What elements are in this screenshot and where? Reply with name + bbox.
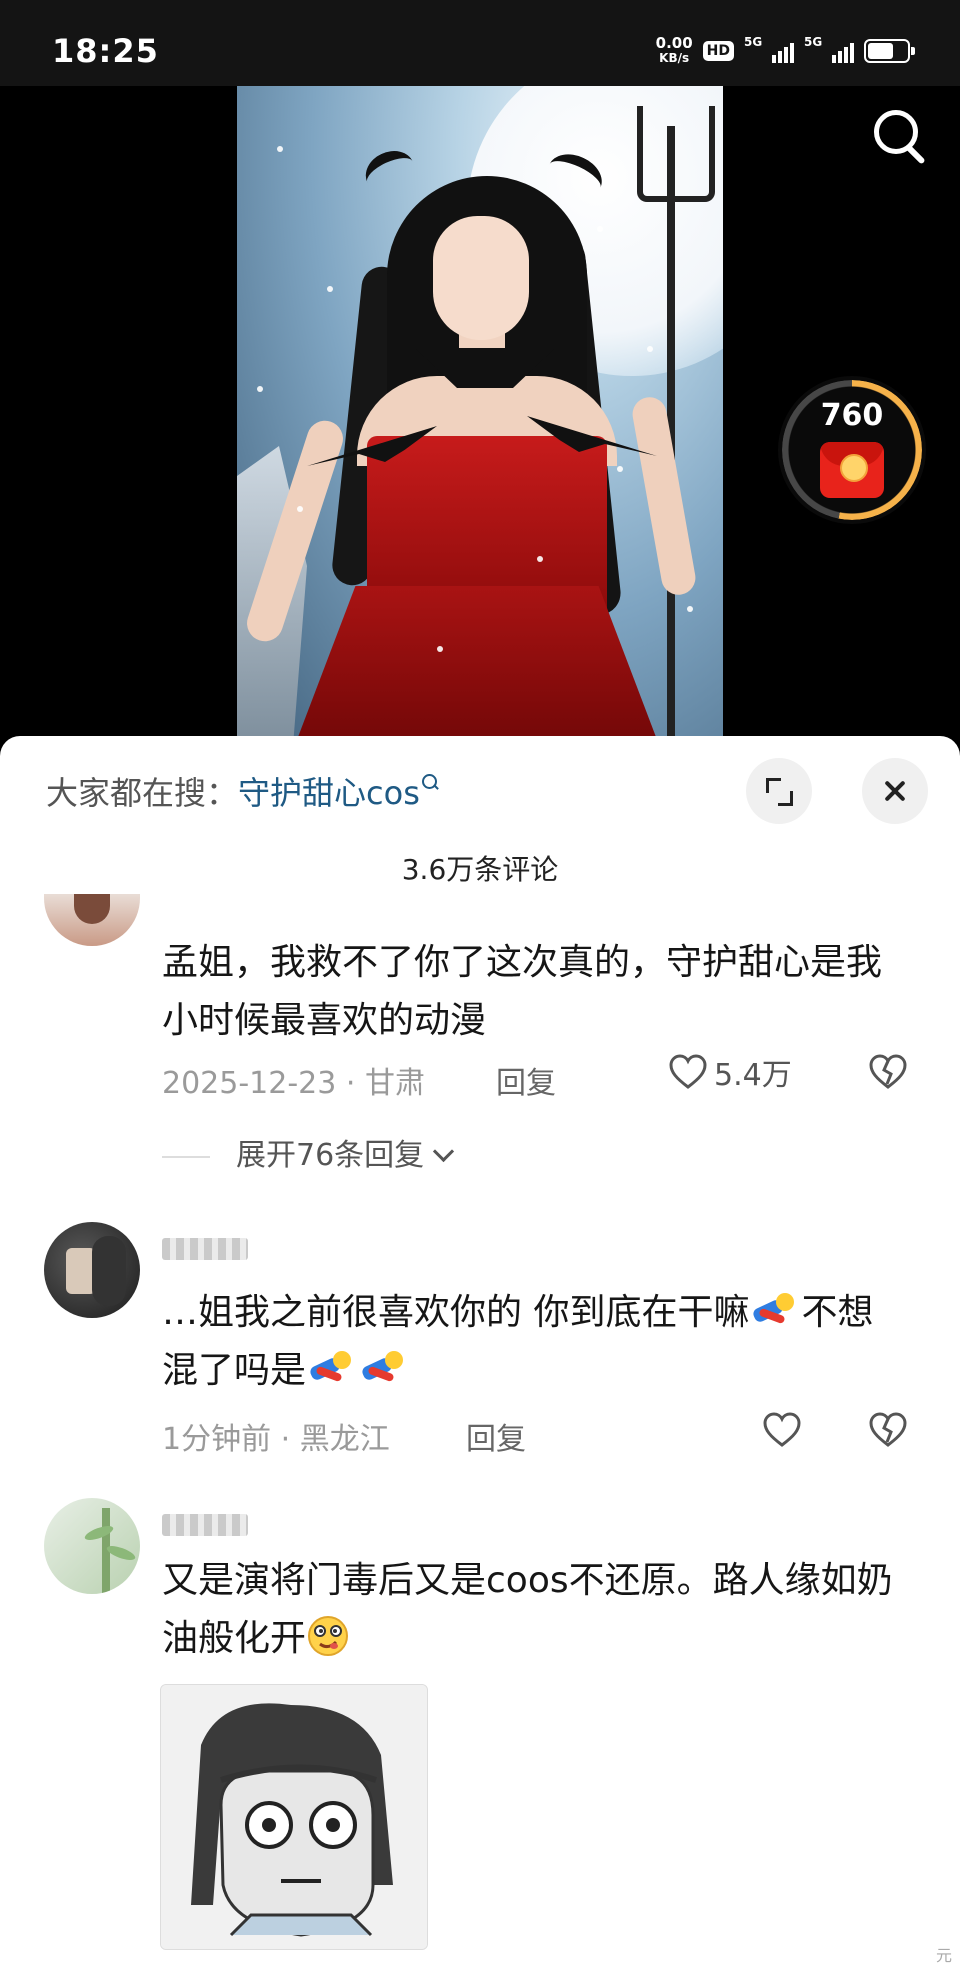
status-bar: 18:25 0.00 KB/s HD 5G 5G [0,0,960,86]
username[interactable] [162,1238,248,1260]
like-button[interactable]: 5.4万 [668,1050,792,1094]
expand-replies-button[interactable]: 展开76条回复 [162,1130,455,1174]
red-envelope-icon [820,442,884,498]
avatar[interactable] [44,1498,140,1594]
comment-location: 黑龙江 [299,1422,390,1457]
expand-panel-button[interactable] [746,758,812,824]
heart-icon [669,1054,707,1089]
comment-meta: 2025-12-23 · 甘肃 [162,1066,425,1101]
fall-down-emoji-icon [362,1351,404,1382]
like-count: 5.4万 [714,1058,792,1093]
reply-button[interactable]: 回复 [466,1414,526,1458]
comment-text: 孟姐，我救不了你了这次真的，守护甜心是我小时候最喜欢的动漫 [162,942,883,1041]
trending-query-link[interactable]: 守护甜心cos [238,774,420,812]
comment-date: 2025-12-23 [162,1066,337,1101]
heart-icon[interactable] [762,1412,802,1448]
watermark: 元 [935,1946,952,1965]
comment-text: …姐我之前很喜欢你的 你到底在干嘛 不想混了吗是 [162,1292,874,1391]
trending-search-row[interactable]: 大家都在搜：守护甜心cos [46,768,440,814]
broken-heart-icon[interactable] [868,1054,908,1090]
close-panel-button[interactable] [862,758,928,824]
status-time: 18:25 [52,32,159,70]
signal-icon: 5G [804,35,854,63]
avatar[interactable] [44,1222,140,1318]
hd-badge: HD [702,41,734,61]
search-icon[interactable] [870,106,930,166]
signal-icon: 5G [744,35,794,63]
username[interactable] [162,1514,248,1536]
comment-location: 甘肃 [364,1066,425,1101]
battery-icon [864,39,915,63]
expand-replies-label: 展开76条回复 [236,1138,425,1173]
meme-drawing [161,1685,427,1949]
reply-button[interactable]: 回复 [496,1058,556,1102]
drooling-face-icon [308,1616,349,1656]
search-icon [421,774,440,792]
comment-meta: 1分钟前 · 黑龙江 [162,1422,390,1457]
comment-image[interactable] [160,1684,428,1950]
comment-date: 1分钟前 [162,1422,272,1457]
trending-label: 大家都在搜： [46,774,239,812]
broken-heart-icon[interactable] [868,1412,908,1448]
network-speed: 0.00 KB/s [655,34,693,66]
comment-text: 又是演将门毒后又是coos不还原。路人缘如奶油般化开 [162,1560,893,1659]
fall-down-emoji-icon [310,1351,352,1382]
chevron-down-icon [433,1140,455,1163]
comment-count: 3.6万条评论 [401,853,559,886]
comment-panel: 大家都在搜：守护甜心cos 3.6万条评论 孟姐，我救不了你了这次真的，守护甜心… [0,736,960,1970]
avatar[interactable] [44,894,140,946]
red-packet-widget[interactable]: 760 [778,376,926,524]
red-packet-count: 760 [820,398,884,433]
video-frame[interactable] [237,86,723,746]
video-player[interactable]: 760 [0,86,960,746]
fall-down-emoji-icon [753,1293,795,1324]
status-icons: 0.00 KB/s HD 5G 5G [655,34,915,66]
